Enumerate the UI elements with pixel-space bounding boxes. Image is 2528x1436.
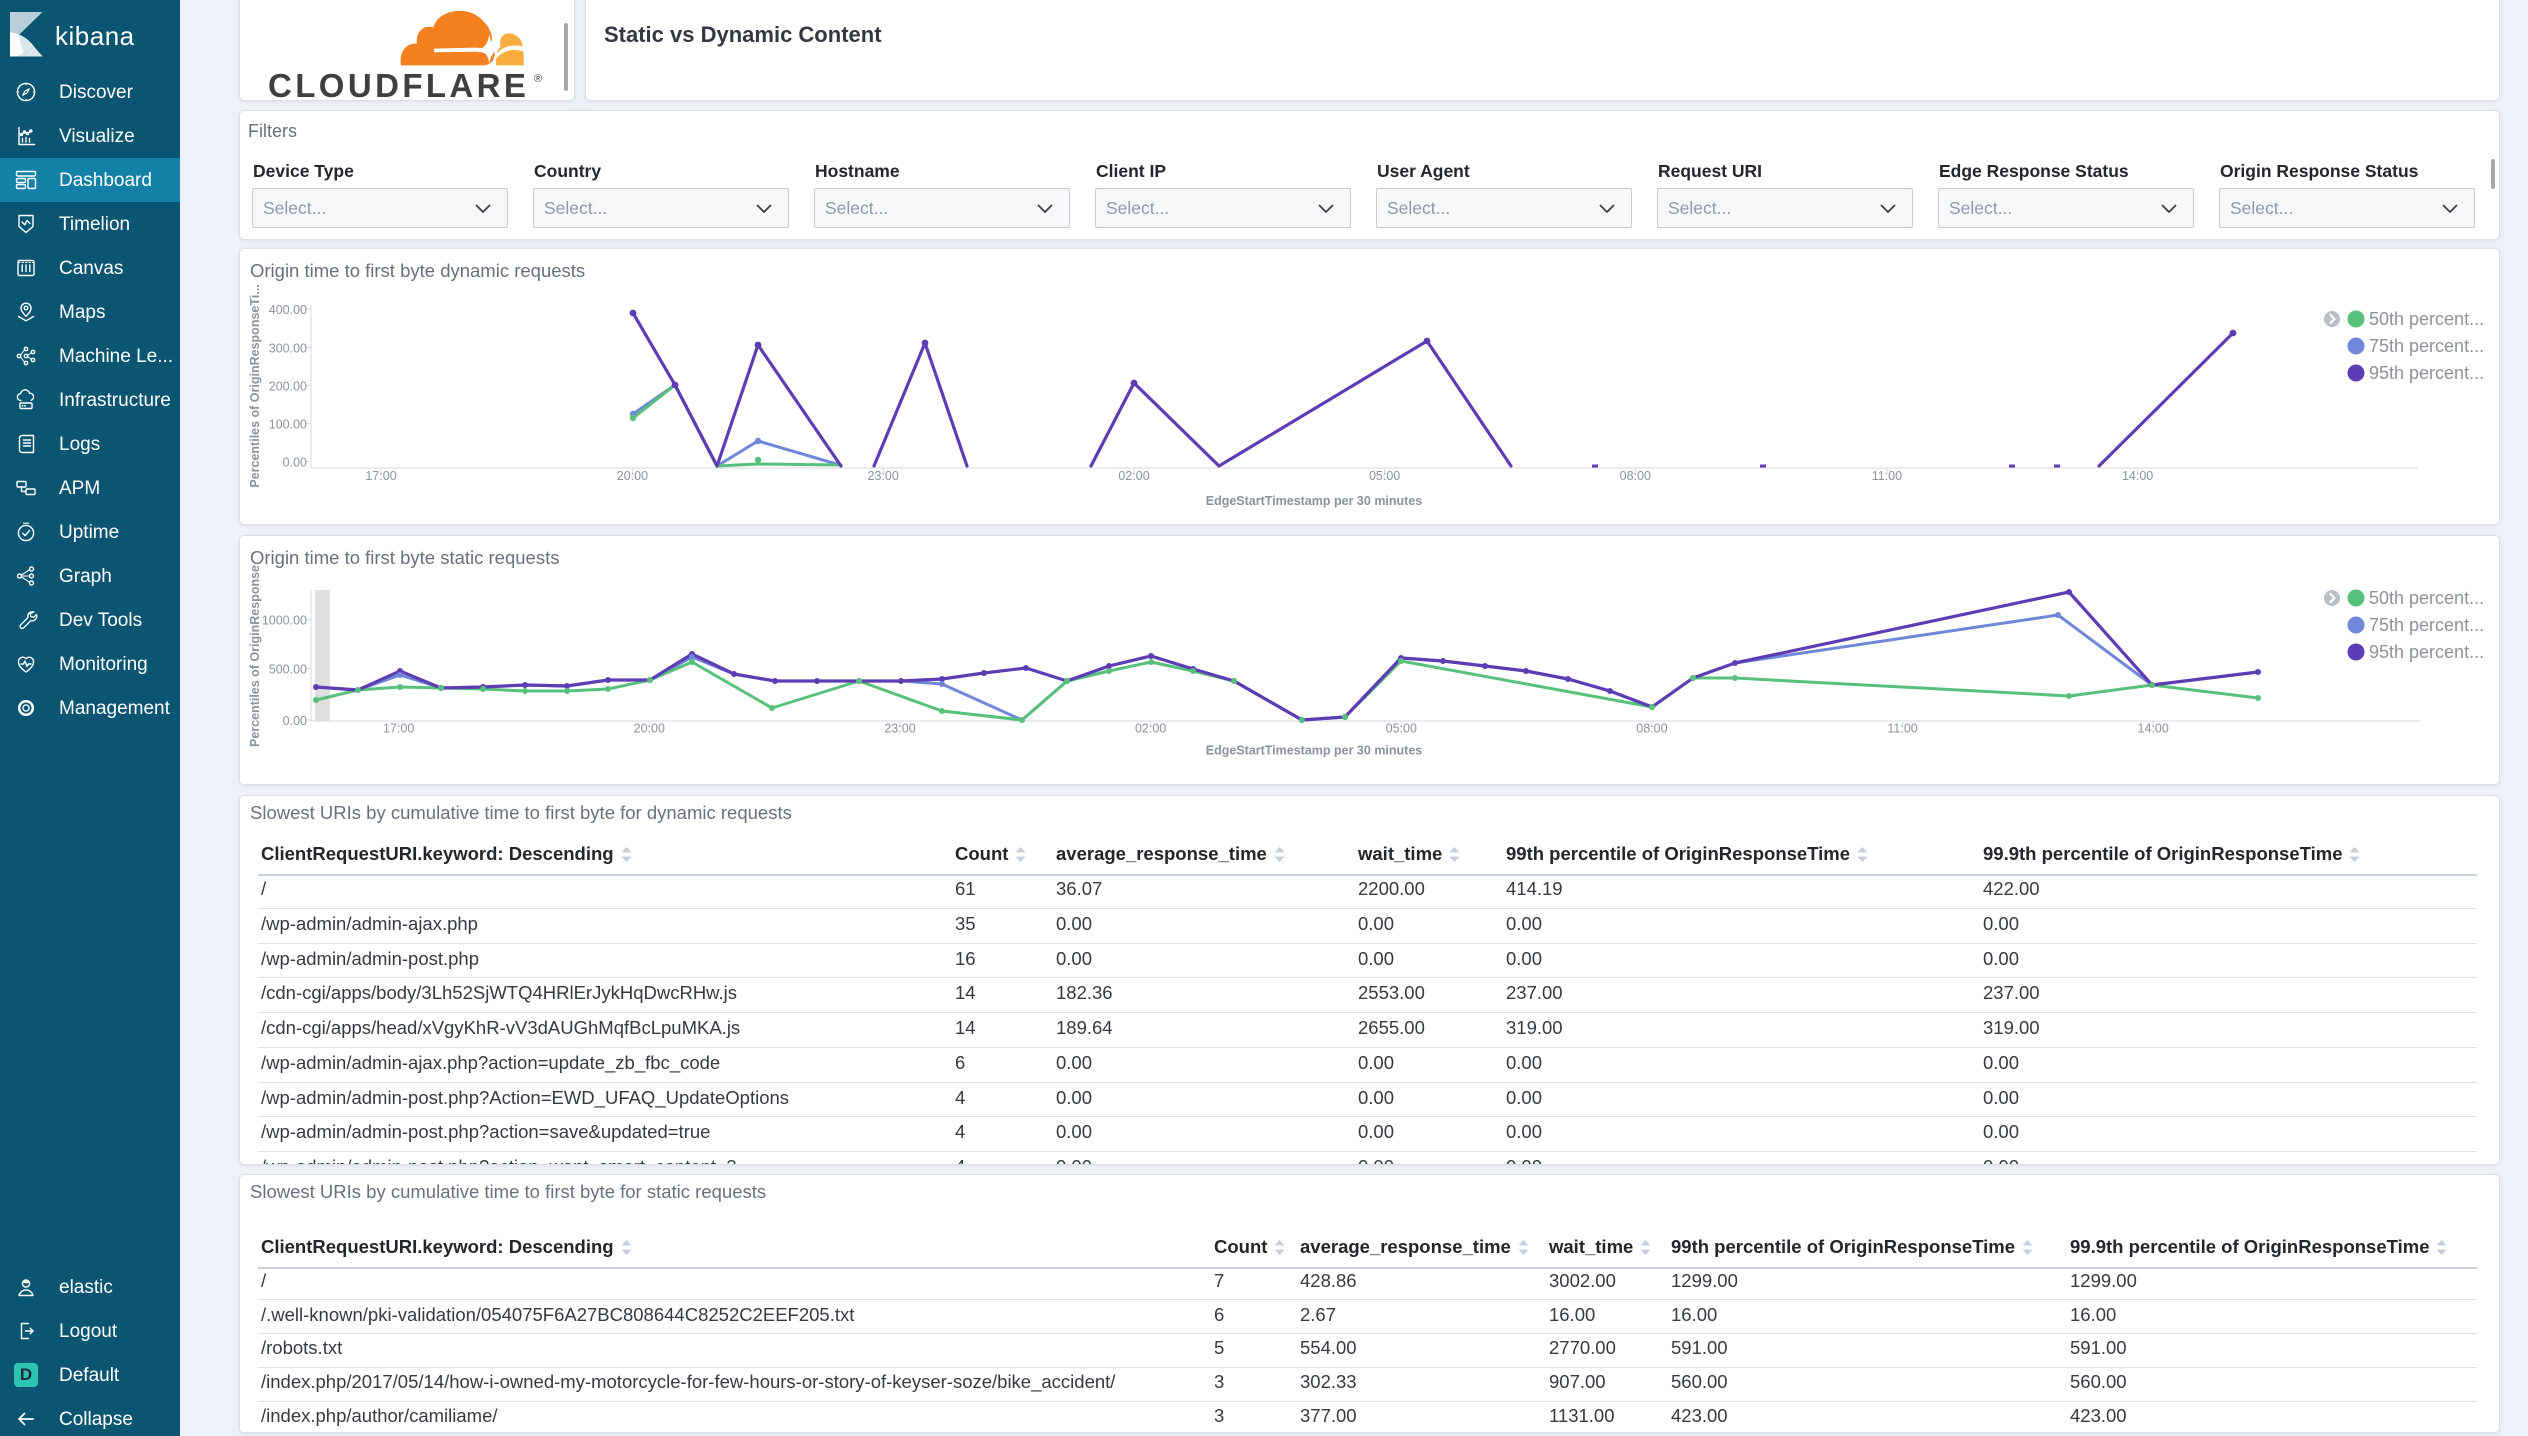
svg-text:17:00: 17:00	[365, 469, 396, 483]
svg-text:14:00: 14:00	[2138, 722, 2169, 736]
svg-text:EdgeStartTimestamp per 30 minu: EdgeStartTimestamp per 30 minutes	[1206, 494, 1423, 508]
svg-text:Percentiles of OriginResponse: Percentiles of OriginResponse	[248, 565, 262, 747]
svg-text:200.00: 200.00	[269, 380, 307, 394]
svg-text:17:00: 17:00	[383, 722, 414, 736]
svg-text:100.00: 100.00	[269, 417, 307, 431]
svg-text:Percentiles of OriginResponseT: Percentiles of OriginResponseTi...	[248, 284, 262, 487]
svg-text:EdgeStartTimestamp per 30 minu: EdgeStartTimestamp per 30 minutes	[1206, 744, 1423, 758]
svg-text:1000.00: 1000.00	[262, 614, 307, 628]
svg-text:50th percent...: 50th percent...	[2369, 588, 2484, 608]
svg-text:50th percent...: 50th percent...	[2369, 309, 2484, 329]
svg-text:23:00: 23:00	[884, 722, 915, 736]
svg-text:08:00: 08:00	[1620, 469, 1651, 483]
svg-text:0.00: 0.00	[283, 714, 307, 728]
svg-text:11:00: 11:00	[1872, 469, 1902, 483]
svg-text:20:00: 20:00	[634, 722, 665, 736]
svg-text:14:00: 14:00	[2122, 469, 2153, 483]
svg-text:®: ®	[534, 73, 542, 85]
svg-text:02:00: 02:00	[1118, 469, 1149, 483]
svg-text:11:00: 11:00	[1887, 722, 1917, 736]
svg-text:75th percent...: 75th percent...	[2369, 336, 2484, 356]
svg-text:95th percent...: 95th percent...	[2369, 363, 2484, 383]
svg-text:500.00: 500.00	[269, 663, 307, 677]
svg-text:75th percent...: 75th percent...	[2369, 615, 2484, 635]
svg-text:CLOUDFLARE: CLOUDFLARE	[268, 67, 529, 101]
svg-text:05:00: 05:00	[1386, 722, 1417, 736]
svg-text:02:00: 02:00	[1135, 722, 1166, 736]
svg-text:300.00: 300.00	[269, 341, 307, 355]
svg-text:95th percent...: 95th percent...	[2369, 642, 2484, 662]
svg-text:08:00: 08:00	[1636, 722, 1667, 736]
svg-text:05:00: 05:00	[1369, 469, 1400, 483]
svg-text:0.00: 0.00	[283, 456, 307, 470]
svg-text:400.00: 400.00	[269, 303, 307, 317]
svg-text:23:00: 23:00	[868, 469, 899, 483]
svg-text:20:00: 20:00	[617, 469, 648, 483]
